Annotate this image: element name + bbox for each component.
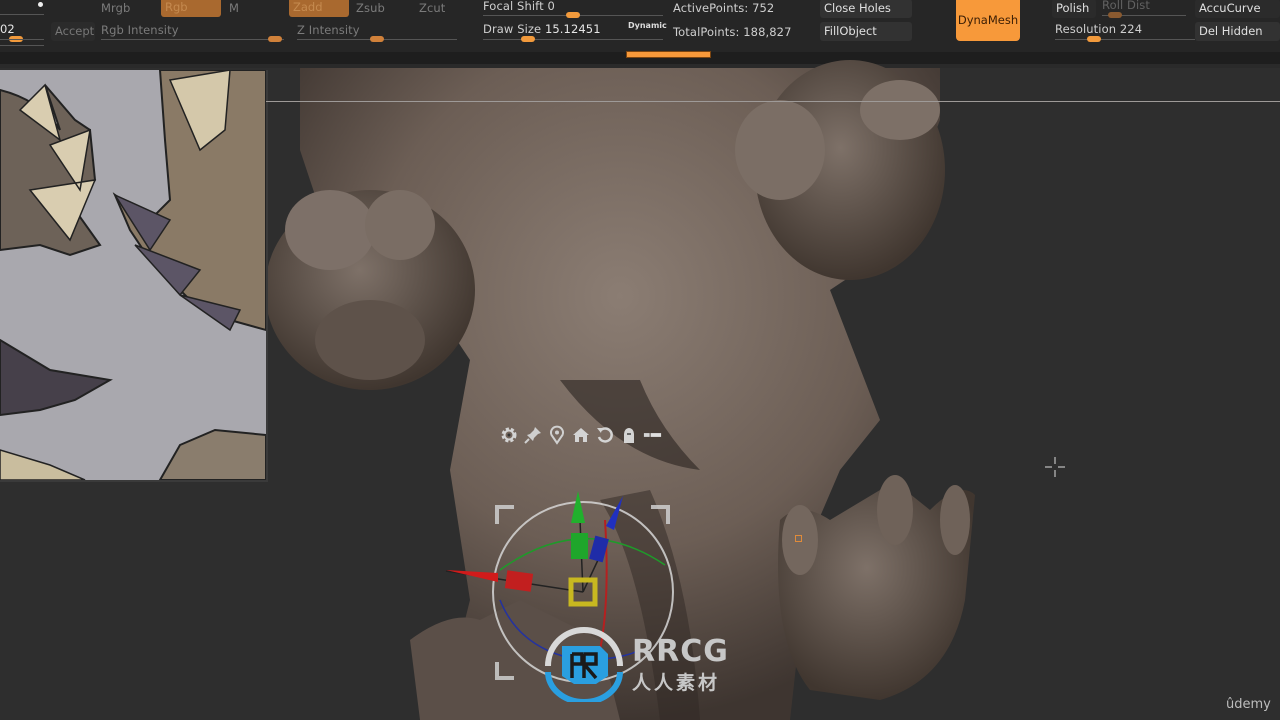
gizmo-x-handle <box>504 570 534 592</box>
transform-gizmo[interactable] <box>0 0 1280 720</box>
pivot-marker[interactable] <box>795 535 802 542</box>
gizmo-x-arrow <box>446 570 498 582</box>
crosshair-cursor-icon <box>1045 457 1065 477</box>
gizmo-z-arrow <box>606 496 623 530</box>
udemy-logo: ûdemy <box>1226 697 1271 712</box>
gizmo-y-arrow <box>571 491 585 523</box>
watermark-sub: 人人素材 <box>632 672 721 694</box>
gizmo-y-handle <box>571 533 588 559</box>
watermark-main: RRCG <box>632 634 729 669</box>
rrcg-logo-icon <box>545 627 623 702</box>
